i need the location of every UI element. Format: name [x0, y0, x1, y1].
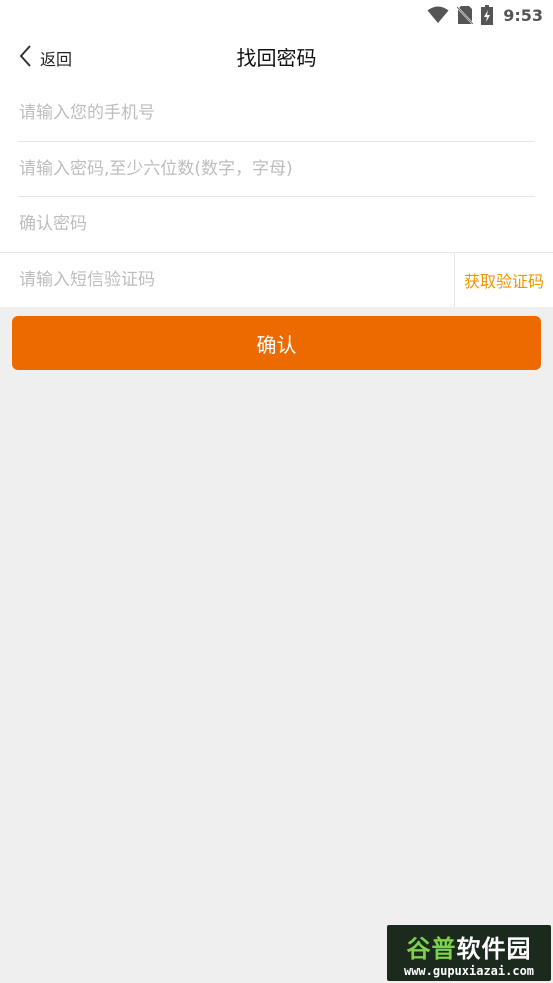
- no-sim-icon: [457, 5, 474, 25]
- header: 返回 找回密码: [0, 30, 553, 86]
- phone-input[interactable]: [19, 103, 553, 124]
- status-time: 9:53: [503, 5, 543, 25]
- watermark-brand: 谷普软件园: [407, 929, 532, 964]
- confirm-button[interactable]: 确认: [12, 316, 541, 370]
- sms-code-input[interactable]: [19, 269, 439, 290]
- screen: 9:53 返回 找回密码 获取验证码 确认 谷普软件园: [0, 0, 553, 983]
- phone-row: [0, 86, 553, 141]
- password-row: [0, 142, 553, 197]
- status-bar: 9:53: [0, 0, 553, 30]
- sms-code-row: 获取验证码: [0, 252, 553, 307]
- watermark-logo: 谷普软件园 www.gupuxiazai.com: [387, 925, 551, 981]
- wifi-icon: [427, 6, 449, 24]
- watermark-brand-part2: 软件园: [456, 934, 532, 963]
- reset-password-form: 获取验证码: [0, 86, 553, 307]
- confirm-password-row: [0, 197, 553, 252]
- confirm-password-input[interactable]: [19, 214, 553, 235]
- password-input[interactable]: [19, 158, 553, 179]
- watermark-url: www.gupuxiazai.com: [403, 963, 535, 978]
- page-title: 找回密码: [236, 46, 317, 70]
- watermark-brand-part1: 谷普: [406, 934, 457, 963]
- battery-charging-icon: [481, 5, 494, 25]
- get-code-button[interactable]: 获取验证码: [454, 252, 553, 307]
